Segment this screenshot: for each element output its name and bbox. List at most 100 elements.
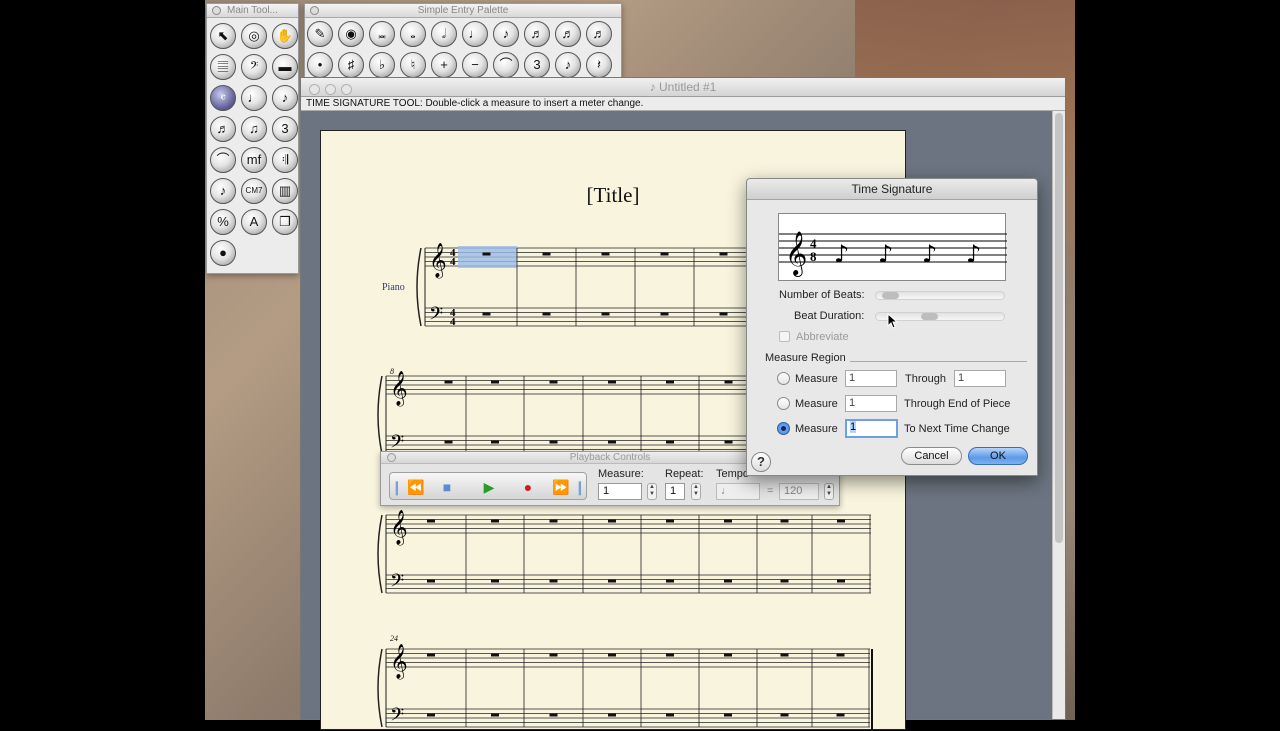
measure-end-field[interactable]: 1 bbox=[954, 370, 1006, 387]
repeat-field[interactable]: 1 bbox=[665, 483, 685, 500]
record-icon[interactable]: ● bbox=[518, 477, 538, 497]
staff-tool-icon[interactable]: 𝄚 bbox=[210, 54, 236, 80]
sharp-icon[interactable]: ♯ bbox=[338, 52, 364, 78]
select-note-icon[interactable]: ◉ bbox=[338, 21, 364, 47]
whole-rest bbox=[660, 252, 669, 256]
flat-icon[interactable]: ♭ bbox=[369, 52, 395, 78]
key-signature-tool-icon[interactable]: ▬ bbox=[272, 54, 298, 80]
scrollbar-thumb[interactable] bbox=[1055, 113, 1063, 543]
graphics-tool-icon[interactable]: ❐ bbox=[272, 209, 298, 235]
close-icon[interactable] bbox=[310, 6, 319, 15]
measure-stepper[interactable]: ▲ ▼ bbox=[647, 483, 657, 500]
measure-to-next-change-field[interactable]: 1 bbox=[845, 419, 898, 438]
close-icon[interactable] bbox=[387, 453, 396, 462]
to-next-time-change-label: To Next Time Change bbox=[904, 423, 1010, 435]
selection-tool-icon[interactable]: ⬉ bbox=[210, 23, 236, 49]
close-icon[interactable] bbox=[212, 6, 221, 15]
special-tools-icon[interactable]: % bbox=[210, 209, 236, 235]
simple-entry-palette-titlebar[interactable]: Simple Entry Palette bbox=[305, 4, 621, 18]
repeat-tool-icon[interactable]: 𝄇 bbox=[272, 147, 298, 173]
minimize-window-button[interactable] bbox=[325, 84, 336, 95]
tuplet-tool-icon[interactable]: ♫ bbox=[241, 116, 267, 142]
go-to-end-icon[interactable]: ❙ bbox=[574, 477, 586, 497]
articulation-tool-icon[interactable]: ⌒ bbox=[210, 147, 236, 173]
simple-entry-palette: Simple Entry Palette ✎ ◉ 𝅜 𝅝 𝅗𝅥 ♩ ♪ ♬ ♬ ♬ • ♯ ♭ ♮ + − ⌒ 3… bbox=[304, 3, 622, 79]
whole-rest bbox=[666, 519, 674, 523]
fast-forward-icon[interactable]: ⏩ bbox=[551, 477, 571, 497]
whole-rest bbox=[549, 713, 558, 717]
whole-note-icon[interactable]: 𝅝 bbox=[400, 21, 426, 47]
measure-to-next-change-radio[interactable] bbox=[777, 422, 790, 435]
expression-tool-icon[interactable]: mf bbox=[241, 147, 267, 173]
text-tool-icon[interactable]: A bbox=[241, 209, 267, 235]
chord-tool-icon[interactable]: CM7 bbox=[241, 178, 267, 204]
dot-icon[interactable]: • bbox=[307, 52, 333, 78]
document-titlebar[interactable]: ♪ Untitled #1 bbox=[301, 78, 1065, 97]
breve-icon[interactable]: 𝅜 bbox=[369, 21, 395, 47]
tempo-field[interactable]: 120 bbox=[779, 483, 819, 500]
lyrics-tool-icon[interactable]: ♪ bbox=[210, 178, 236, 204]
mirror-tool-icon[interactable]: ● bbox=[210, 240, 236, 266]
time-signature-tool-icon[interactable]: 𝄴 bbox=[210, 85, 236, 111]
abbreviate-checkbox[interactable] bbox=[779, 331, 790, 342]
rewind-icon[interactable]: ⏪ bbox=[406, 477, 426, 497]
hand-grabber-icon[interactable]: ✋ bbox=[272, 23, 298, 49]
whole-rest bbox=[427, 713, 435, 717]
music-file-icon: ♪ bbox=[649, 80, 659, 94]
zoom-tool-icon[interactable]: ◎ bbox=[241, 23, 267, 49]
thirty-second-note-icon[interactable]: ♬ bbox=[555, 21, 581, 47]
rest-icon[interactable]: 𝄽 bbox=[586, 52, 612, 78]
measure-through-end-field[interactable]: 1 bbox=[845, 395, 897, 412]
cancel-button[interactable]: Cancel bbox=[901, 447, 962, 465]
stop-icon[interactable]: ■ bbox=[437, 477, 457, 497]
tempo-equals-label: = bbox=[767, 485, 774, 497]
go-to-start-icon[interactable]: ❙ bbox=[391, 477, 403, 497]
close-window-button[interactable] bbox=[309, 84, 320, 95]
eraser-icon[interactable]: ✎ bbox=[307, 21, 333, 47]
measure-through-end-radio[interactable] bbox=[777, 397, 790, 410]
brace bbox=[377, 514, 383, 594]
half-step-down-icon[interactable]: − bbox=[462, 52, 488, 78]
simple-entry-tool-icon[interactable]: ♩ bbox=[241, 85, 267, 111]
abbreviate-label: Abbreviate bbox=[796, 331, 849, 343]
smart-shape-tool-icon[interactable]: 3 bbox=[272, 116, 298, 142]
dialog-title[interactable]: Time Signature bbox=[747, 179, 1037, 200]
play-icon[interactable]: ▶ bbox=[479, 477, 499, 497]
zoom-window-button[interactable] bbox=[341, 84, 352, 95]
measure-tool-icon[interactable]: ▥ bbox=[272, 178, 298, 204]
ok-button[interactable]: OK bbox=[968, 447, 1028, 465]
eighth-note-2: ♪ bbox=[878, 240, 893, 268]
tempo-stepper[interactable]: ▲ ▼ bbox=[824, 483, 834, 500]
help-button[interactable]: ? bbox=[751, 452, 771, 472]
beat-duration-knob[interactable] bbox=[920, 313, 938, 320]
natural-icon[interactable]: ♮ bbox=[400, 52, 426, 78]
sixty-fourth-note-icon[interactable]: ♬ bbox=[586, 21, 612, 47]
eighth-note-icon[interactable]: ♪ bbox=[493, 21, 519, 47]
half-note-icon[interactable]: 𝅗𝅥 bbox=[431, 21, 457, 47]
whole-rest bbox=[601, 252, 610, 256]
treble-clef-icon: 𝄞 bbox=[390, 371, 408, 407]
measure-field[interactable]: 1 bbox=[598, 483, 642, 500]
document-title: Untitled #1 bbox=[658, 80, 717, 94]
quarter-note-icon[interactable]: ♩ bbox=[462, 21, 488, 47]
measure-through-radio[interactable] bbox=[777, 372, 790, 385]
speedy-entry-tool-icon[interactable]: ♪ bbox=[272, 85, 298, 111]
main-tool-palette-titlebar[interactable]: Main Tool... bbox=[207, 4, 298, 18]
sixteenth-note-icon[interactable]: ♬ bbox=[524, 21, 550, 47]
time-signature-digit: 4 bbox=[450, 256, 456, 268]
tuplet-icon[interactable]: 3 bbox=[524, 52, 550, 78]
repeat-label: Repeat: bbox=[665, 468, 704, 480]
number-of-beats-knob[interactable] bbox=[881, 292, 899, 299]
tempo-beat-unit-select[interactable]: ♩ bbox=[716, 483, 760, 500]
grace-note-icon[interactable]: ♪ bbox=[555, 52, 581, 78]
repeat-stepper[interactable]: ▲ ▼ bbox=[691, 483, 701, 500]
number-of-beats-slider[interactable] bbox=[875, 291, 1005, 300]
whole-rest bbox=[836, 713, 845, 717]
clef-tool-icon[interactable]: 𝄢 bbox=[241, 54, 267, 80]
tie-icon[interactable]: ⌒ bbox=[493, 52, 519, 78]
vertical-scrollbar[interactable] bbox=[1052, 111, 1065, 719]
hyperscribe-tool-icon[interactable]: ♬ bbox=[210, 116, 236, 142]
measure-start-field[interactable]: 1 bbox=[845, 370, 897, 387]
brace bbox=[416, 247, 422, 327]
half-step-up-icon[interactable]: + bbox=[431, 52, 457, 78]
